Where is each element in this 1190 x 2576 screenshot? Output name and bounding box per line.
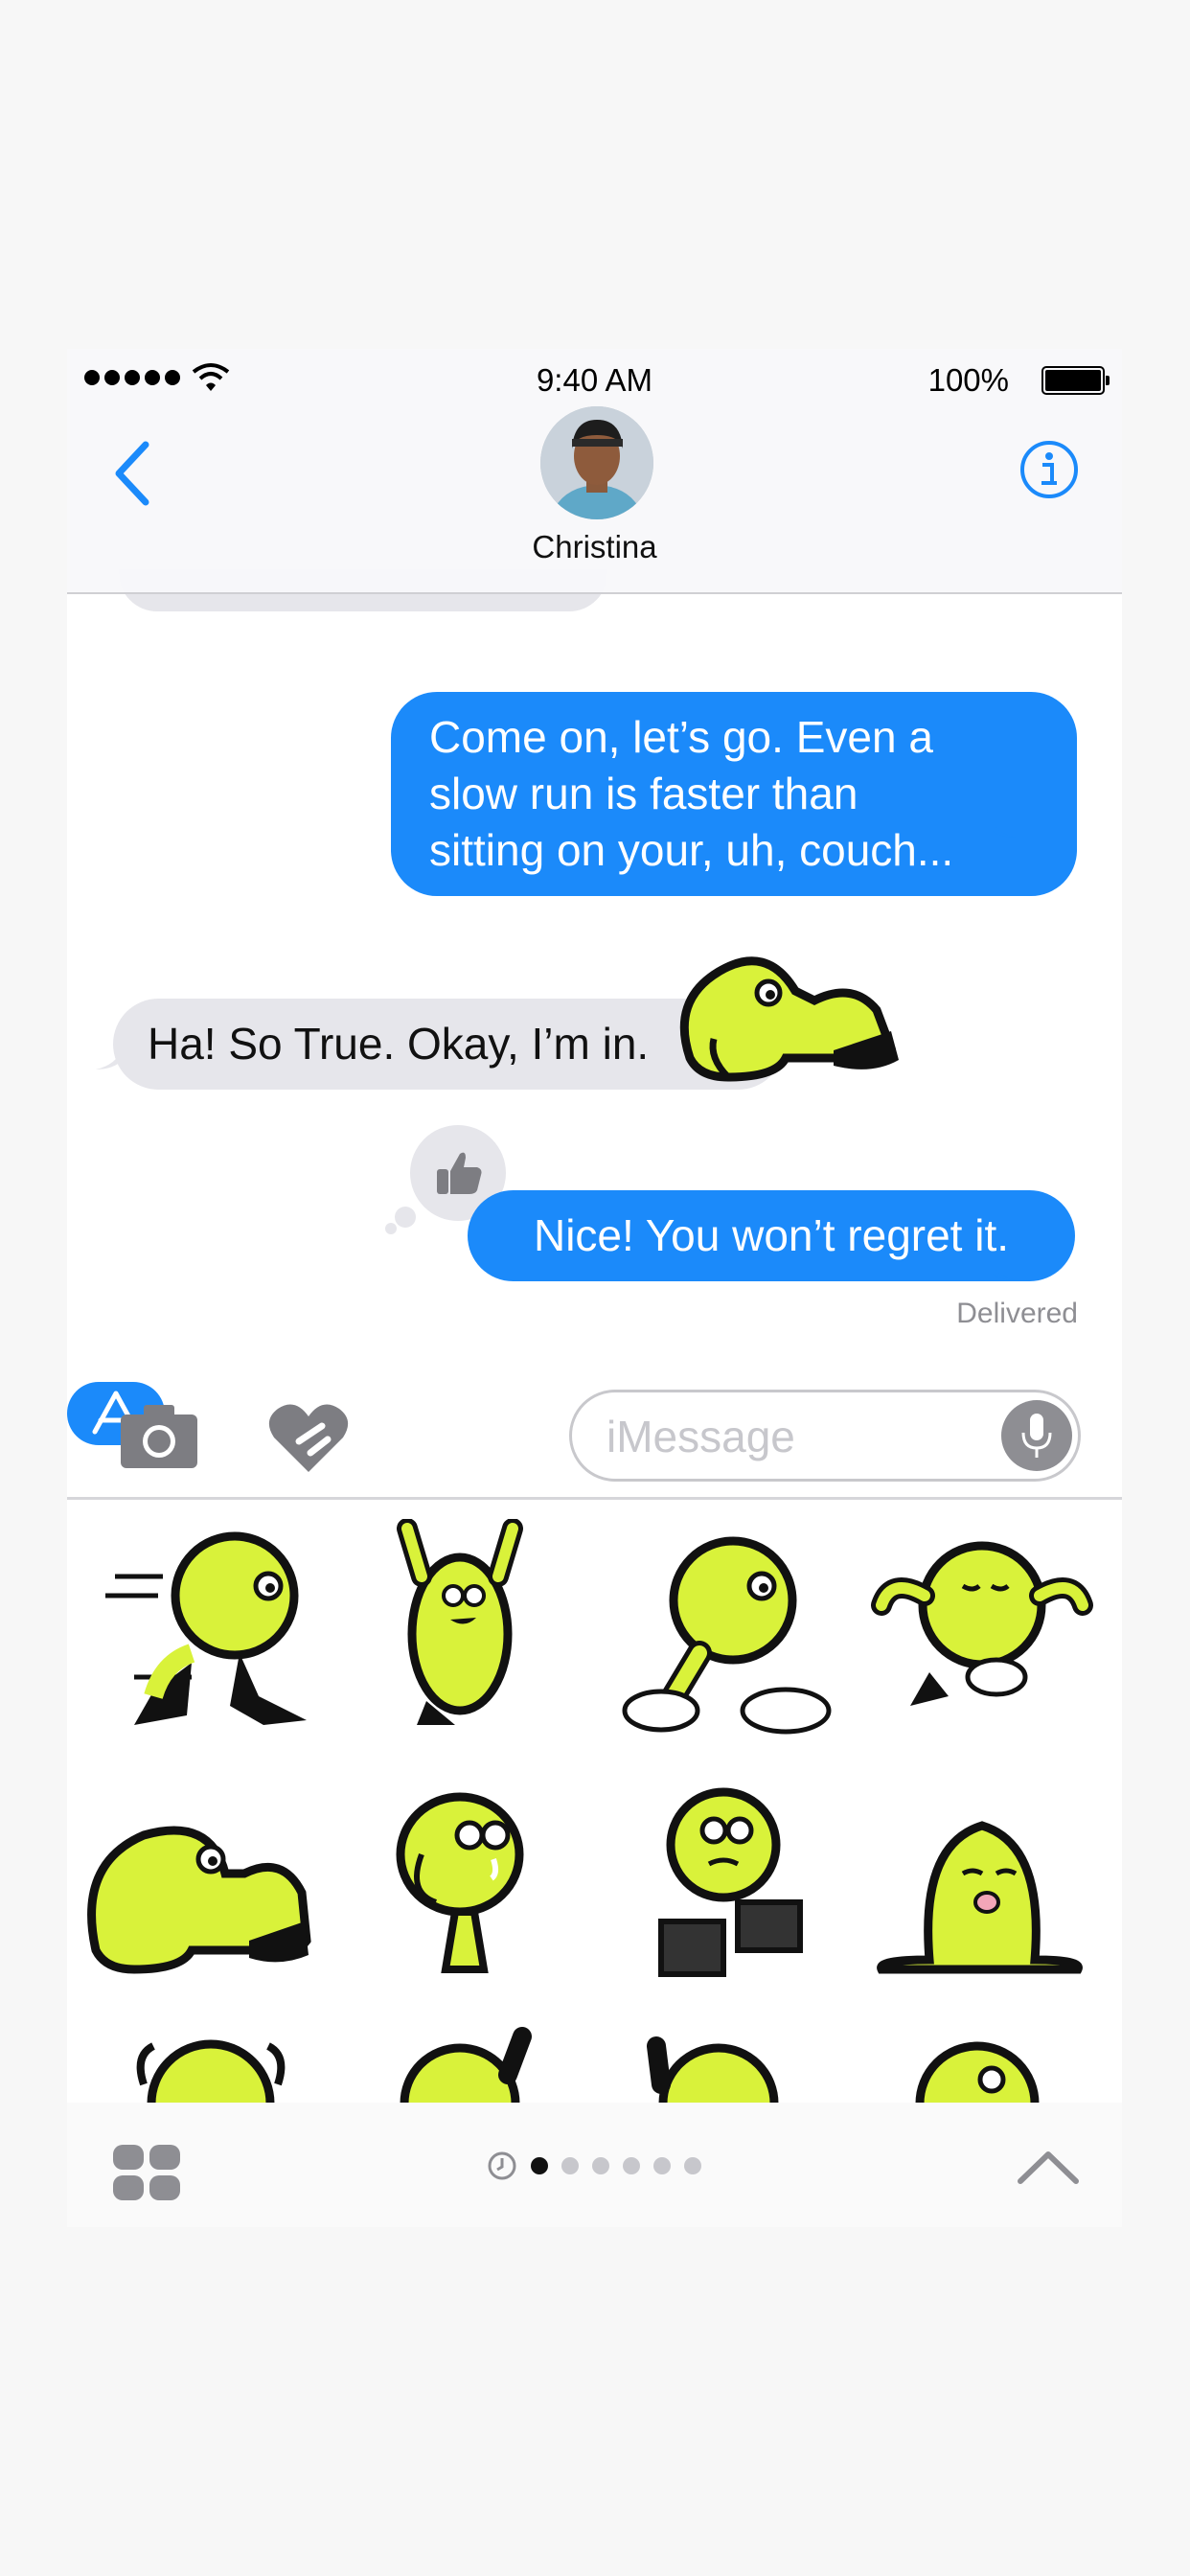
app-grid-icon[interactable] [111, 2143, 184, 2202]
digital-touch-heart-icon[interactable] [266, 1401, 351, 1476]
message-line: Come on, let’s go. Even a [429, 712, 933, 762]
partial-sticker[interactable] [862, 2017, 1102, 2104]
page-indicator[interactable] [487, 2150, 701, 2181]
message-input[interactable] [605, 1402, 973, 1471]
page-dot[interactable] [561, 2157, 579, 2174]
partial-sticker[interactable] [355, 2017, 594, 2104]
battery-percentage: 100% [927, 362, 1009, 398]
bubble-tail [96, 1041, 125, 1070]
stretching-sticker[interactable] [77, 1768, 316, 1989]
tapback-dot [395, 1207, 416, 1228]
battery-icon [1041, 366, 1110, 395]
celebrating-sticker[interactable] [340, 1519, 580, 1739]
page-dot[interactable] [531, 2157, 548, 2174]
page-dot[interactable] [684, 2157, 701, 2174]
message-line: slow run is faster than [429, 769, 858, 818]
running-sticker[interactable] [96, 1519, 335, 1739]
melting-sticker[interactable] [862, 1768, 1102, 1989]
tapback-dot [385, 1223, 397, 1234]
input-bar [67, 1382, 1122, 1500]
sent-message-bubble[interactable]: Come on, let’s go. Even a slow run is fa… [391, 692, 1077, 896]
meditating-sticker[interactable] [862, 1519, 1102, 1739]
app-drawer-bar [67, 2103, 1122, 2227]
conversation-header: 9:40 AM 100% Christina [67, 349, 1122, 594]
message-line: sitting on your, uh, couch... [429, 825, 954, 875]
message-text: Nice! You won’t regret it. [533, 1210, 1010, 1260]
bubble-tail [987, 1252, 1016, 1280]
camera-icon[interactable] [117, 1401, 201, 1470]
delivery-status: Delivered [956, 1298, 1078, 1329]
sent-message-bubble[interactable]: Nice! You won’t regret it. [468, 1190, 1075, 1281]
back-chevron-icon[interactable] [105, 435, 163, 512]
partial-sticker[interactable] [96, 2017, 335, 2104]
contact-avatar[interactable] [540, 406, 653, 519]
status-bar: 9:40 AM 100% [67, 349, 1122, 412]
message-text: Ha! So True. Okay, I’m in. [148, 1019, 650, 1069]
page-dot[interactable] [623, 2157, 640, 2174]
thumbs-up-icon [437, 1152, 482, 1194]
imessage-field[interactable] [569, 1390, 1081, 1482]
sticker-drawer [67, 1500, 1122, 2104]
stretching-sticker[interactable] [671, 943, 920, 1087]
blocks-sticker[interactable] [604, 1768, 843, 1989]
person-avatar-icon [540, 406, 653, 519]
messages-screen: Come on, let’s go. Even a slow run is fa… [67, 349, 1122, 2227]
recents-clock-icon[interactable] [487, 2150, 517, 2181]
bubble-tail [987, 809, 1016, 838]
crying-sticker[interactable] [340, 1768, 580, 1989]
page-dot[interactable] [592, 2157, 609, 2174]
microphone-button[interactable] [1001, 1400, 1072, 1471]
dust-cloud-sticker[interactable] [604, 1519, 843, 1739]
page-dot[interactable] [653, 2157, 671, 2174]
info-icon[interactable] [1018, 439, 1080, 500]
chevron-up-icon[interactable] [1017, 2147, 1080, 2185]
microphone-icon [1021, 1414, 1052, 1458]
partial-sticker[interactable] [604, 2017, 843, 2104]
contact-name[interactable]: Christina [67, 529, 1122, 565]
